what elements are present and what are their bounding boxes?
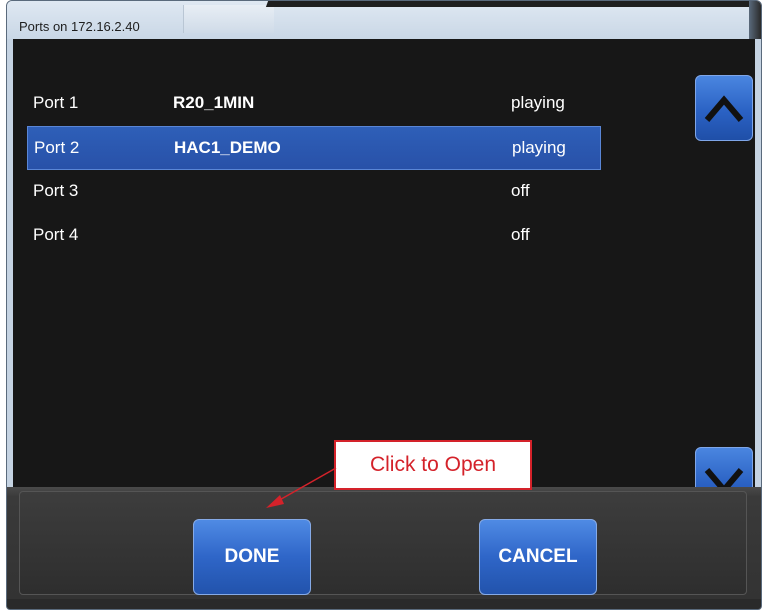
action-bar-inner — [19, 491, 747, 595]
annotation-arrow-icon — [266, 467, 337, 508]
background-window-edge — [265, 1, 761, 7]
annotation-callout: Click to Open — [334, 440, 532, 490]
port-status: off — [511, 181, 530, 200]
scroll-up-button[interactable] — [695, 75, 753, 141]
window-title: Ports on 172.16.2.40 — [19, 19, 140, 34]
port-row-1[interactable]: Port 1 R20_1MIN playing — [27, 82, 601, 126]
port-list: Port 1 R20_1MIN playing Port 2 HAC1_DEMO… — [27, 82, 601, 258]
action-bar-footer — [7, 599, 761, 609]
title-bar-tab — [183, 5, 274, 33]
port-row-4[interactable]: Port 4 off — [27, 214, 601, 258]
done-button[interactable]: DONE — [193, 519, 311, 595]
title-bar-corner — [749, 1, 761, 39]
port-list-panel: Port 1 R20_1MIN playing Port 2 HAC1_DEMO… — [13, 39, 755, 513]
port-status: off — [511, 225, 530, 244]
ports-dialog: Ports on 172.16.2.40 Port 1 R20_1MIN pla… — [6, 0, 762, 610]
port-status: playing — [512, 138, 566, 157]
port-status: playing — [511, 93, 565, 112]
port-stream-name: R20_1MIN — [173, 93, 255, 112]
port-row-2[interactable]: Port 2 HAC1_DEMO playing — [27, 126, 601, 170]
port-label: Port 3 — [33, 181, 79, 200]
port-row-3[interactable]: Port 3 off — [27, 170, 601, 214]
port-label: Port 1 — [33, 93, 79, 112]
action-bar: DONE CANCEL — [7, 487, 761, 609]
port-stream-name: HAC1_DEMO — [174, 138, 281, 157]
title-bar[interactable]: Ports on 172.16.2.40 — [7, 1, 761, 39]
chevron-up-icon — [704, 95, 744, 122]
port-label: Port 4 — [33, 225, 79, 244]
port-label: Port 2 — [34, 138, 80, 157]
cancel-button[interactable]: CANCEL — [479, 519, 597, 595]
